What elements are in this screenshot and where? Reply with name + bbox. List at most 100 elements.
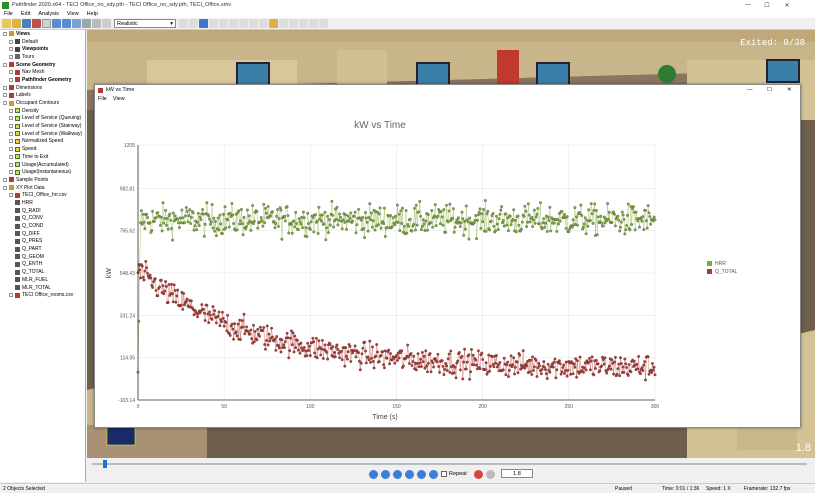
expand-toggle-icon[interactable]: [9, 39, 13, 44]
expand-toggle-icon[interactable]: [3, 31, 7, 36]
tree-item[interactable]: HRR: [0, 199, 85, 207]
section-icon[interactable]: [299, 19, 308, 28]
expand-toggle-icon[interactable]: [3, 185, 7, 190]
menu-help[interactable]: Help: [83, 11, 102, 17]
close-button[interactable]: ✕: [778, 0, 796, 10]
tree-item[interactable]: Density: [0, 107, 85, 115]
tree-item[interactable]: XY Plot Data: [0, 184, 85, 192]
tree-item[interactable]: Q_PRES: [0, 238, 85, 246]
zoom-icon[interactable]: [219, 19, 228, 28]
tree-item[interactable]: MLR_TOTAL: [0, 284, 85, 292]
expand-toggle-icon[interactable]: [9, 47, 13, 52]
tree-item[interactable]: MLR_FUEL: [0, 276, 85, 284]
tree-item[interactable]: Scene Geometry: [0, 61, 85, 69]
plot-menu-file[interactable]: File: [95, 96, 110, 104]
tree-item[interactable]: Q_RADI: [0, 207, 85, 215]
pan-icon[interactable]: [209, 19, 218, 28]
skip-start-icon[interactable]: [369, 470, 378, 479]
tree-item[interactable]: Level of Service (Stairway): [0, 122, 85, 130]
walk-icon[interactable]: [199, 19, 208, 28]
new-icon[interactable]: [2, 19, 11, 28]
plot-icon[interactable]: [319, 19, 328, 28]
repeat-checkbox[interactable]: [441, 471, 447, 477]
plot-maximize-button[interactable]: ☐: [767, 87, 772, 93]
menu-view[interactable]: View: [63, 11, 83, 17]
menu-edit[interactable]: Edit: [17, 11, 34, 17]
tree-item[interactable]: Views: [0, 30, 85, 38]
expand-toggle-icon[interactable]: [3, 62, 7, 67]
expand-toggle-icon[interactable]: [9, 162, 13, 167]
tree-item[interactable]: Viewpoints: [0, 45, 85, 53]
expand-toggle-icon[interactable]: [3, 85, 7, 90]
menu-analysis[interactable]: Analysis: [34, 11, 62, 17]
tree-item[interactable]: Sample Points: [0, 176, 85, 184]
expand-toggle-icon[interactable]: [9, 293, 13, 298]
record-icon[interactable]: [32, 19, 41, 28]
save-icon[interactable]: [22, 19, 31, 28]
expand-toggle-icon[interactable]: [9, 131, 13, 136]
kw-vs-time-chart[interactable]: kW vs Time -103.14 114.05 331.24 548.43 765.…: [95, 105, 800, 427]
refresh-icon[interactable]: [42, 19, 51, 28]
tree-item[interactable]: Q_DIFF: [0, 230, 85, 238]
grid-icon[interactable]: [279, 19, 288, 28]
tree-item[interactable]: Normalized Speed: [0, 138, 85, 146]
time-input[interactable]: 1.8: [501, 469, 533, 478]
tree-item[interactable]: Q_COND: [0, 222, 85, 230]
tree-item[interactable]: Q_TOTAL: [0, 268, 85, 276]
plot-close-button[interactable]: ✕: [787, 87, 792, 93]
render-mode-select[interactable]: Realistic ▾: [114, 19, 176, 28]
tree-item[interactable]: Default: [0, 38, 85, 46]
fit-icon[interactable]: [239, 19, 248, 28]
tree-item[interactable]: TECI_Office_hrr.csv: [0, 191, 85, 199]
measure-icon[interactable]: [249, 19, 258, 28]
view-2d-icon[interactable]: [62, 19, 71, 28]
play-reverse-icon[interactable]: [393, 470, 402, 479]
expand-toggle-icon[interactable]: [9, 77, 13, 82]
plot-menu-view[interactable]: View: [110, 96, 128, 104]
tree-item[interactable]: Q_PART: [0, 245, 85, 253]
tree-item[interactable]: Nav Mesh: [0, 68, 85, 76]
tree-item[interactable]: Time to Exit: [0, 153, 85, 161]
tree-item[interactable]: Level of Service (Walkway): [0, 130, 85, 138]
tree-item[interactable]: Labels: [0, 92, 85, 100]
expand-toggle-icon[interactable]: [3, 101, 7, 106]
orbit-icon[interactable]: [189, 19, 198, 28]
tree-item[interactable]: Level of Service (Queuing): [0, 115, 85, 123]
zoom-box-icon[interactable]: [229, 19, 238, 28]
expand-toggle-icon[interactable]: [9, 170, 13, 175]
pause-icon[interactable]: [405, 470, 414, 479]
record-button-icon[interactable]: [474, 470, 483, 479]
timeline-track[interactable]: [92, 463, 807, 465]
tree-item[interactable]: Speed: [0, 145, 85, 153]
expand-toggle-icon[interactable]: [9, 108, 13, 113]
expand-toggle-icon[interactable]: [9, 116, 13, 121]
tree-item[interactable]: Q_GEOM: [0, 253, 85, 261]
play-icon[interactable]: [417, 470, 426, 479]
tree-item[interactable]: TECI Office_rooms.csv: [0, 291, 85, 299]
lighting-icon[interactable]: [82, 19, 91, 28]
expand-toggle-icon[interactable]: [9, 154, 13, 159]
highlight-icon[interactable]: [259, 19, 268, 28]
expand-toggle-icon[interactable]: [9, 147, 13, 152]
tree-item[interactable]: Q_CONV: [0, 215, 85, 223]
view-3d-icon[interactable]: [52, 19, 61, 28]
plot-minimize-button[interactable]: —: [747, 87, 753, 93]
minimize-button[interactable]: —: [739, 0, 757, 10]
tree-item[interactable]: Usage(Accumulated): [0, 161, 85, 169]
expand-toggle-icon[interactable]: [9, 139, 13, 144]
tree-item[interactable]: Tours: [0, 53, 85, 61]
reset-view-icon[interactable]: [289, 19, 298, 28]
expand-toggle-icon[interactable]: [9, 193, 13, 198]
tree-item[interactable]: Dimensions: [0, 84, 85, 92]
expand-toggle-icon[interactable]: [9, 70, 13, 75]
expand-toggle-icon[interactable]: [3, 177, 7, 182]
step-back-icon[interactable]: [381, 470, 390, 479]
select-icon[interactable]: [179, 19, 188, 28]
expand-toggle-icon[interactable]: [9, 54, 13, 59]
menu-file[interactable]: File: [0, 11, 17, 17]
timeline-slider-handle[interactable]: [103, 460, 107, 468]
wireframe-icon[interactable]: [92, 19, 101, 28]
maximize-button[interactable]: ☐: [758, 0, 776, 10]
expand-toggle-icon[interactable]: [3, 93, 7, 98]
clip-icon[interactable]: [309, 19, 318, 28]
